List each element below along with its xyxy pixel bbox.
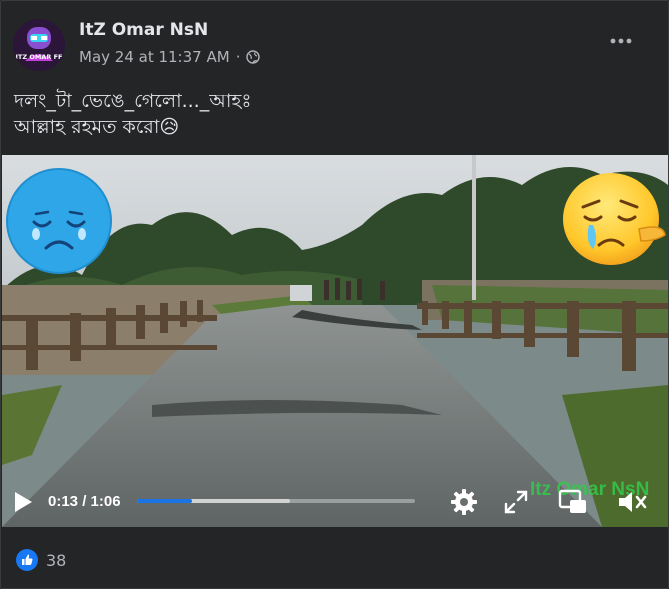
- post-meta: May 24 at 11:37 AM ·: [79, 48, 261, 66]
- avatar-image: ITZ OMAR FF: [13, 19, 65, 71]
- more-dots-icon: [610, 38, 632, 44]
- author-avatar[interactable]: ITZ OMAR FF: [13, 19, 65, 71]
- post-text: দলং_টা_ভেঙে_গেলো..._আহঃ আল্লাহ রহমত করো😥: [14, 90, 252, 138]
- sad-emoji-left-icon: [6, 168, 112, 274]
- post-card: ITZ OMAR FF ItZ Omar NsN May 24 at 11:37…: [0, 0, 669, 589]
- meta-separator: ·: [235, 48, 241, 66]
- muted-speaker-icon[interactable]: [616, 488, 648, 516]
- progress-played: [137, 499, 192, 503]
- more-options-button[interactable]: [605, 25, 637, 57]
- post-timestamp[interactable]: May 24 at 11:37 AM: [79, 48, 230, 66]
- fullscreen-icon[interactable]: [504, 490, 528, 514]
- play-icon[interactable]: [12, 490, 34, 514]
- current-time: 0:13: [48, 493, 79, 510]
- crying-emoji-right-icon: [563, 173, 666, 265]
- video-player[interactable]: 0:13 / 1:06 Itz Omar NsN: [2, 155, 668, 527]
- like-thumb-icon: [16, 549, 38, 571]
- globe-icon[interactable]: [246, 50, 261, 64]
- reactions-summary[interactable]: 38: [16, 549, 66, 571]
- pip-icon[interactable]: [558, 489, 588, 515]
- avatar-text: ITZ OMAR FF: [15, 53, 62, 61]
- settings-icon[interactable]: [450, 488, 478, 516]
- author-name[interactable]: ItZ Omar NsN: [79, 20, 208, 40]
- time-separator: /: [82, 493, 87, 510]
- duration: 1:06: [90, 493, 121, 510]
- video-time: 0:13 / 1:06: [48, 493, 121, 510]
- progress-bar[interactable]: [137, 499, 415, 503]
- like-count: 38: [46, 550, 67, 570]
